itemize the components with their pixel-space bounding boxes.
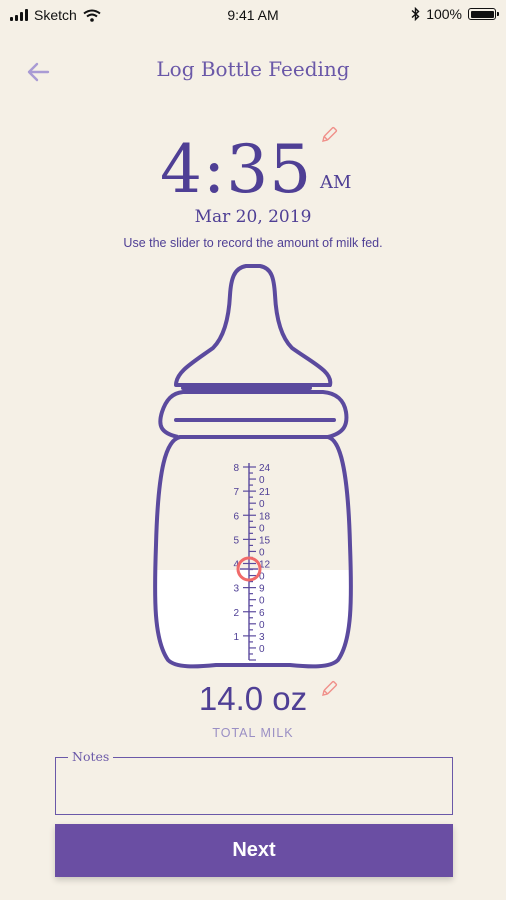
scale-label-oz: 6 [233, 511, 239, 522]
scale-label-ml: 0 [259, 475, 265, 486]
edit-amount-pencil-icon[interactable] [320, 680, 338, 698]
scale-label-oz: 5 [233, 535, 239, 546]
scale-label-oz: 3 [233, 584, 239, 595]
scale-label-oz: 2 [233, 608, 239, 619]
scale-label-ml: 15 [259, 535, 271, 546]
notes-label: Notes [68, 749, 114, 764]
scale-label-oz: 7 [233, 487, 239, 498]
scale-label-ml: 0 [259, 547, 265, 558]
scale-label-ml: 0 [259, 644, 265, 655]
scale-label-ml: 0 [259, 596, 265, 607]
notes-input[interactable] [64, 770, 444, 808]
scale-label-ml: 18 [259, 511, 271, 522]
notes-field[interactable]: Notes [55, 749, 453, 815]
scale-label-oz: 8 [233, 463, 239, 474]
total-milk-label: TOTAL MILK [212, 726, 294, 740]
total-amount[interactable]: 14.0 oz [0, 680, 506, 718]
scale-label-ml: 21 [259, 487, 271, 498]
bottle-collar [158, 390, 349, 439]
scale-label-ml: 0 [259, 523, 265, 534]
scale-label-ml: 9 [259, 584, 265, 595]
next-button[interactable]: Next [55, 824, 453, 877]
scale-label-ml: 0 [259, 499, 265, 510]
scale-label-oz: 1 [233, 632, 239, 643]
scale-label-ml: 0 [259, 620, 265, 631]
bottle-nipple [174, 264, 333, 387]
scale-label-ml: 6 [259, 608, 265, 619]
scale-label-ml: 24 [259, 463, 271, 474]
scale-label-ml: 3 [259, 632, 265, 643]
